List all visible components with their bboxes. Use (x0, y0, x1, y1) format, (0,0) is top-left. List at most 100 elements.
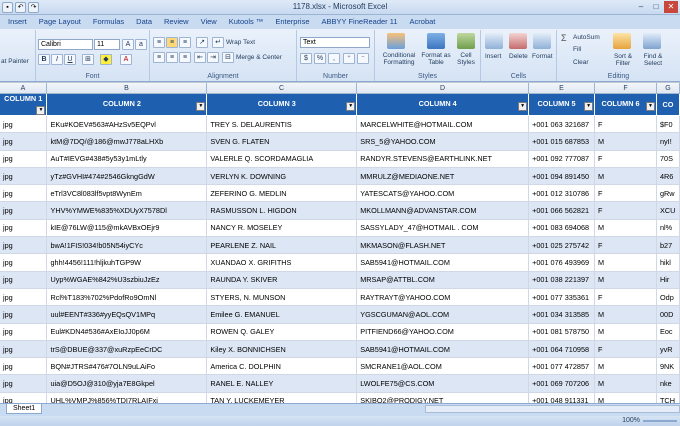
format-as-table-button[interactable]: Format as Table (421, 52, 451, 66)
decrease-decimal-icon[interactable]: ⁻ (357, 53, 369, 64)
table-cell[interactable]: yTz#GVHI#474#2546GkngGdW (46, 167, 208, 186)
clear-button[interactable]: Clear (573, 59, 589, 66)
tab-formulas[interactable]: Formulas (87, 15, 130, 29)
table-cell[interactable]: VERLYN K. DOWNING (206, 167, 358, 186)
table-cell[interactable]: XCU (656, 201, 680, 220)
table-cell[interactable]: F (594, 150, 657, 168)
table-cell[interactable]: +001 064 710958 (528, 340, 596, 359)
table-cell[interactable]: XUANDAO X. GRIFITHS (206, 253, 358, 272)
table-cell[interactable]: jpg (0, 374, 48, 393)
table-cell[interactable]: +001 083 694068 (528, 219, 596, 238)
table-cell[interactable]: Uyp%WGAE%842%U3szbiuJzEz (46, 271, 208, 289)
table-cell[interactable]: M (594, 253, 657, 272)
minimize-icon[interactable]: – (634, 1, 648, 13)
table-cell[interactable]: jpg (0, 305, 48, 324)
conditional-formatting-icon[interactable] (387, 33, 405, 49)
merge-center-button[interactable]: Merge & Center (236, 54, 282, 61)
table-cell[interactable]: nl% (656, 219, 680, 238)
increase-decimal-icon[interactable]: ⁺ (343, 53, 355, 64)
table-cell[interactable]: SVEN G. FLATEN (206, 132, 358, 151)
table-cell[interactable]: hikl (656, 253, 680, 272)
zoom-slider[interactable] (643, 420, 677, 422)
table-cell[interactable]: F (594, 184, 657, 203)
table-cell[interactable]: Emilee G. EMANUEL (206, 305, 358, 324)
table-cell[interactable]: TREY S. DELAURENTIS (206, 115, 358, 134)
align-center-icon[interactable]: ≡ (166, 52, 178, 63)
column-letter-c[interactable]: C (207, 83, 357, 94)
table-cell[interactable]: F (594, 288, 657, 307)
table-cell[interactable]: gRw (656, 184, 680, 203)
table-cell[interactable]: jpg (0, 236, 48, 255)
autosum-button[interactable]: AutoSum (573, 34, 600, 41)
table-cell[interactable]: M (594, 374, 657, 393)
table-cell[interactable]: MARCELWHITE@HOTMAIL.COM (356, 115, 530, 134)
table-cell[interactable]: YHV%YMWE%835%XDUyX7578Dl (46, 201, 208, 220)
tab-page-layout[interactable]: Page Layout (33, 15, 87, 29)
table-cell[interactable]: +001 015 687853 (528, 132, 596, 151)
table-cell[interactable]: MRSAP@ATTBL.COM (356, 271, 530, 289)
table-cell[interactable]: +001 094 891450 (528, 167, 596, 186)
table-cell[interactable]: Eul#KDN4#536#AxEIoJJ0p6M (46, 323, 208, 341)
find-select-button[interactable]: Find & Select (639, 53, 667, 67)
insert-cells-icon[interactable] (485, 33, 503, 49)
tab-abbyy-finereader-11[interactable]: ABBYY FineReader 11 (316, 15, 404, 29)
column-letter-e[interactable]: E (529, 83, 595, 94)
table-cell[interactable]: jpg (0, 288, 48, 307)
table-cell[interactable]: SAB5941@HOTMAIL.COM (356, 253, 530, 272)
table-cell[interactable]: STYERS, N. MUNSON (206, 288, 358, 307)
header-cell[interactable]: COLUMN 4 ▼ (356, 94, 530, 116)
align-middle-icon[interactable]: ≡ (166, 37, 178, 48)
align-right-icon[interactable]: ≡ (179, 52, 191, 63)
table-cell[interactable]: Kiley X. BONNICHSEN (206, 340, 358, 359)
table-cell[interactable]: jpg (0, 357, 48, 376)
table-cell[interactable]: jpg (0, 115, 48, 134)
italic-icon[interactable]: I (51, 54, 63, 65)
table-cell[interactable]: +001 077 335361 (528, 288, 596, 307)
table-cell[interactable]: nyI! (656, 132, 680, 151)
table-cell[interactable]: Odp (656, 288, 680, 307)
font-size-select[interactable]: 11 (94, 39, 120, 50)
sheet-tab[interactable]: Sheet1 (6, 404, 43, 414)
table-cell[interactable]: RANDYR.STEVENS@EARTHLINK.NET (356, 150, 530, 168)
table-cell[interactable]: SRS_5@YAHOO.COM (356, 132, 530, 151)
table-cell[interactable]: 4R6 (656, 167, 680, 186)
table-cell[interactable]: +001 034 313585 (528, 305, 596, 324)
decrease-indent-icon[interactable]: ⇤ (194, 52, 206, 63)
table-cell[interactable]: bwA!1FIS!034!b05N54iyCYc (46, 236, 208, 255)
table-cell[interactable]: SAB5941@HOTMAIL.COM (356, 340, 530, 359)
header-cell[interactable]: COLUMN 3 ▼ (206, 94, 358, 116)
table-cell[interactable]: M (594, 357, 657, 376)
percent-icon[interactable]: % (314, 53, 326, 64)
borders-icon[interactable]: ⊞ (82, 54, 94, 65)
font-color-icon[interactable]: A (120, 54, 132, 65)
table-cell[interactable]: M (594, 271, 657, 289)
table-cell[interactable]: America C. DOLPHIN (206, 357, 358, 376)
table-cell[interactable]: jpg (0, 323, 48, 341)
table-cell[interactable]: SMCRANE1@AOL.COM (356, 357, 530, 376)
table-cell[interactable]: +001 077 472857 (528, 357, 596, 376)
column-letter-g[interactable]: G (657, 83, 680, 94)
wrap-text-icon[interactable]: ↵ (212, 37, 224, 48)
table-cell[interactable]: ktM@7DQ/@186@mwJ778aLHXb (46, 132, 208, 151)
table-cell[interactable]: F (594, 115, 657, 134)
column-letter-d[interactable]: D (357, 83, 529, 94)
find-select-icon[interactable] (643, 33, 661, 49)
align-left-icon[interactable]: ≡ (153, 52, 165, 63)
orientation-icon[interactable]: ↗ (196, 37, 208, 48)
table-cell[interactable]: ROWEN Q. GALEY (206, 323, 358, 341)
header-cell[interactable]: CO (656, 94, 680, 116)
table-cell[interactable]: YATESCATS@YAHOO.COM (356, 184, 530, 203)
table-cell[interactable]: +001 063 321687 (528, 115, 596, 134)
table-cell[interactable]: jpg (0, 167, 48, 186)
table-cell[interactable]: F (594, 236, 657, 255)
table-cell[interactable]: jpg (0, 219, 48, 238)
delete-cells-icon[interactable] (509, 33, 527, 49)
table-cell[interactable]: nke (656, 374, 680, 393)
table-cell[interactable]: kIE@76LW@115@mkAVBxOEjr9 (46, 219, 208, 238)
filter-dropdown-icon[interactable]: ▼ (196, 101, 206, 111)
table-cell[interactable]: Rcl%T183%702%PdofRo9OmNl (46, 288, 208, 307)
table-cell[interactable]: b27 (656, 236, 680, 255)
insert-cells-button[interactable]: Insert (485, 53, 501, 60)
table-cell[interactable]: MKOLLMANN@ADVANSTAR.COM (356, 201, 530, 220)
font-name-select[interactable]: Calibri (38, 39, 93, 50)
